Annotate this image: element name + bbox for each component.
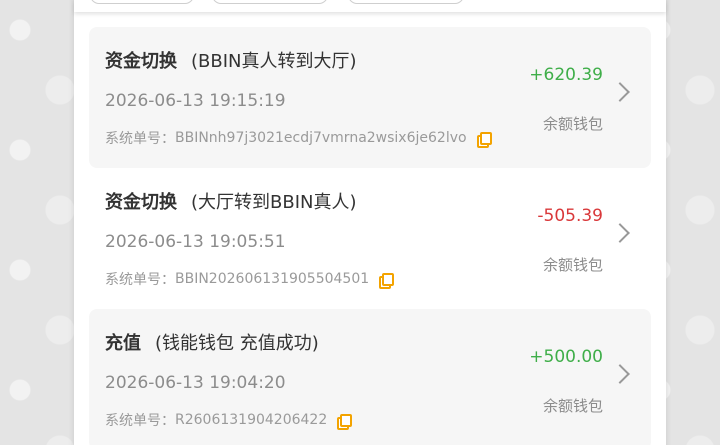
order-number: BBIN202606131905504501	[175, 271, 370, 287]
record-order: 系统单号： R2606131904206422	[105, 410, 353, 430]
record-title: 资金切换 (大厅转到BBIN真人)	[105, 188, 357, 214]
record-type: 充值	[105, 333, 141, 354]
record-order: 系统单号： BBIN202606131905504501	[105, 269, 395, 289]
order-label: 系统单号：	[105, 131, 175, 147]
record-type: 资金切换	[105, 51, 177, 72]
copy-icon[interactable]	[337, 413, 353, 430]
order-label: 系统单号：	[105, 413, 175, 429]
record-amount: +500.00	[529, 347, 603, 367]
record-wallet: 余额钱包	[542, 397, 603, 415]
record-time: 2026-06-13 19:15:19	[105, 91, 286, 111]
record-wallet: 余额钱包	[542, 115, 603, 133]
filter-chip-2[interactable]	[212, 0, 328, 4]
record-amount: -505.39	[537, 206, 603, 226]
record-time: 2026-06-13 19:04:20	[105, 373, 286, 393]
filter-chip-3[interactable]	[348, 0, 464, 4]
record-amount: +620.39	[529, 65, 603, 85]
record-order: 系统单号： BBINnh97j3021ecdj7vmrna2wsix6je62lv…	[105, 128, 492, 148]
record-title: 资金切换 (BBIN真人转到大厅)	[105, 47, 357, 73]
chevron-right-icon	[610, 364, 630, 384]
chevron-right-icon	[610, 223, 630, 243]
order-number: R2606131904206422	[175, 412, 328, 428]
record-detail: (BBIN真人转到大厅)	[191, 51, 357, 72]
record-item[interactable]: 资金切换 (大厅转到BBIN真人) 2026-06-13 19:05:51 系统单…	[89, 168, 651, 309]
copy-icon[interactable]	[379, 272, 395, 289]
filter-bar	[74, 0, 666, 12]
filter-chip-1[interactable]	[90, 0, 194, 4]
record-item[interactable]: 充值 (钱能钱包 充值成功) 2026-06-13 19:04:20 系统单号： R…	[89, 309, 651, 445]
chevron-right-icon	[610, 82, 630, 102]
record-detail: (大厅转到BBIN真人)	[191, 192, 357, 213]
record-title: 充值 (钱能钱包 充值成功)	[105, 329, 319, 355]
order-label: 系统单号：	[105, 272, 175, 288]
record-type: 资金切换	[105, 192, 177, 213]
order-number: BBINnh97j3021ecdj7vmrna2wsix6je62lvo	[175, 130, 467, 146]
record-wallet: 余额钱包	[542, 256, 603, 274]
record-item[interactable]: 资金切换 (BBIN真人转到大厅) 2026-06-13 19:15:19 系统单…	[89, 27, 651, 168]
record-detail: (钱能钱包 充值成功)	[155, 333, 319, 354]
copy-icon[interactable]	[476, 131, 492, 148]
record-time: 2026-06-13 19:05:51	[105, 232, 286, 252]
